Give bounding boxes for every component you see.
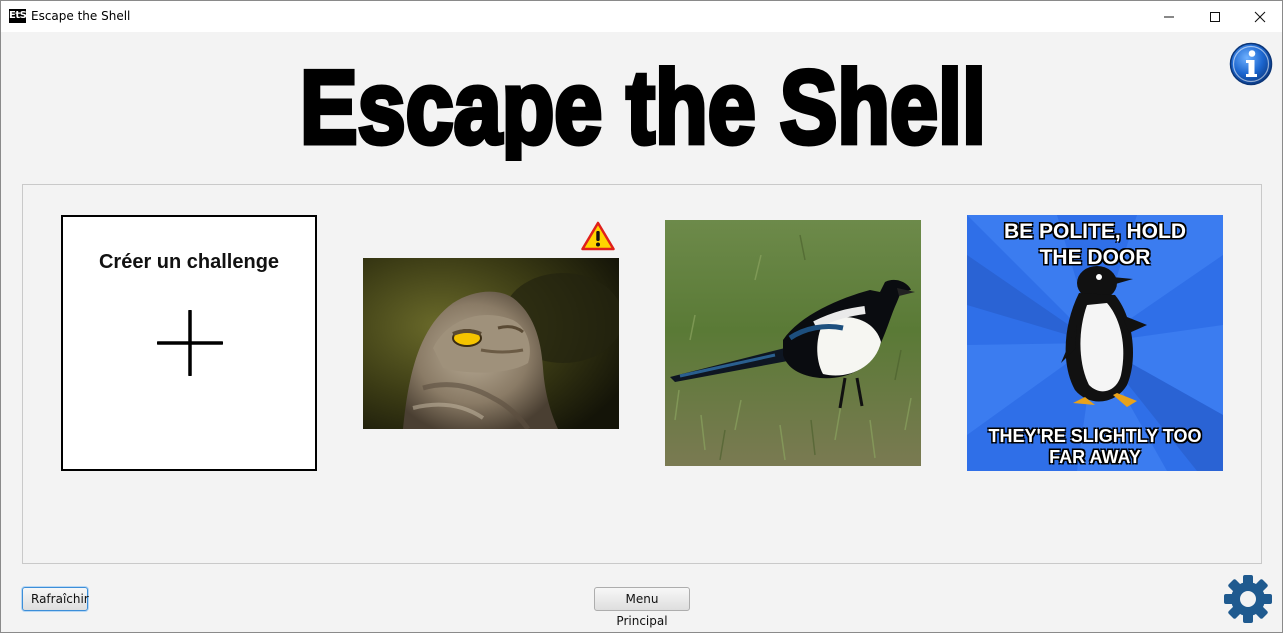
magpie-photo (665, 220, 921, 466)
app-window: EtS Escape the Shell Escape the Shell Cr… (0, 0, 1283, 633)
close-button[interactable] (1237, 1, 1283, 32)
app-logo-title: Escape the Shell (298, 51, 988, 161)
meme-caption-bottom-line-1: THEY'RE SLIGHTLY TOO (988, 426, 1202, 446)
title-bar: EtS Escape the Shell (1, 1, 1282, 32)
app-icon: EtS (9, 9, 27, 23)
meme-caption-top-line-1: BE POLITE, HOLD (1003, 220, 1186, 243)
maximize-button[interactable] (1192, 1, 1238, 32)
warning-icon (581, 221, 615, 251)
main-menu-button[interactable]: Menu Principal (594, 587, 690, 628)
info-icon[interactable] (1229, 42, 1273, 86)
minimize-button[interactable] (1146, 1, 1192, 32)
gear-icon[interactable] (1222, 573, 1274, 625)
meme-caption-bottom-line-2: FAR AWAY (1049, 447, 1141, 467)
meme-caption-top: BE POLITE, HOLD THE DOOR (967, 219, 1223, 271)
frogmouth-bird-photo (363, 258, 619, 429)
challenge-thumbnail-frogmouth[interactable] (363, 258, 619, 429)
meme-caption-top-line-2: THE DOOR (1039, 246, 1151, 269)
svg-text:Escape the Shell: Escape the Shell (300, 51, 986, 161)
plus-icon (157, 310, 223, 376)
create-challenge-card[interactable]: Créer un challenge (61, 215, 317, 471)
window-title: Escape the Shell (31, 9, 131, 23)
challenge-thumbnail-magpie[interactable] (665, 220, 921, 466)
challenge-thumbnail-penguin-meme[interactable]: BE POLITE, HOLD THE DOOR THEY'RE SLIGHTL… (967, 215, 1223, 471)
create-challenge-label: Créer un challenge (98, 251, 280, 273)
maximize-icon (1210, 11, 1220, 22)
minimize-icon (1164, 16, 1174, 17)
meme-caption-bottom: THEY'RE SLIGHTLY TOO FAR AWAY (967, 426, 1223, 468)
close-icon (1254, 11, 1266, 22)
refresh-button[interactable]: Rafraîchir (22, 587, 89, 611)
